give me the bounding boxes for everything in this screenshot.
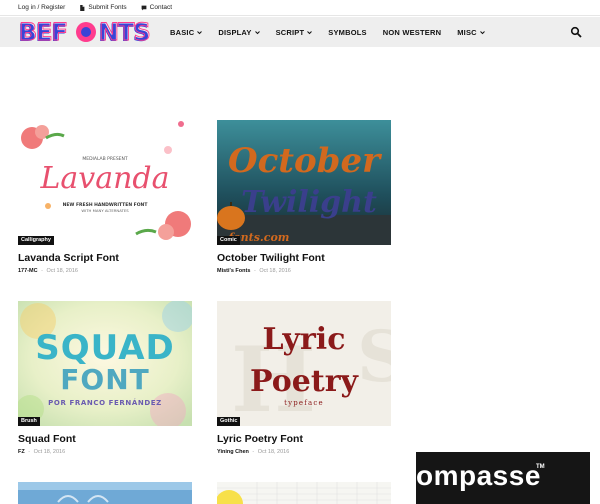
font-meta: FZ - Oct 18, 2016 <box>18 449 65 455</box>
nav-display[interactable]: DISPLAY <box>218 27 260 37</box>
nav-non-western-label: NON WESTERN <box>382 27 442 37</box>
meta-separator: - <box>252 449 255 455</box>
partial-preview-image <box>217 482 391 504</box>
partial-preview-image <box>18 482 192 504</box>
nav-display-label: DISPLAY <box>218 27 252 37</box>
meta-separator: - <box>253 268 256 274</box>
thumb-title-text: Lavanda <box>39 161 169 196</box>
contact-label: Contact <box>149 4 173 11</box>
nav-symbols[interactable]: SYMBOLS <box>328 28 367 37</box>
nav-script[interactable]: SCRIPT <box>276 28 313 37</box>
thumb-title-line1: October <box>228 141 382 181</box>
nav-script-label: SCRIPT <box>275 27 305 37</box>
main-navbar: BEF BEF NTS NTS BASIC DISPLAY SCRIPT SYM… <box>0 17 600 47</box>
author-link[interactable]: 177-MC <box>18 268 38 274</box>
font-thumbnail-partial[interactable] <box>217 482 391 504</box>
ad-trademark: TM <box>536 464 545 470</box>
post-date: Oct 18, 2016 <box>257 449 290 455</box>
lyric-poetry-preview-image: H S Lyric Poetry typeface <box>217 301 391 426</box>
chevron-down-icon <box>479 30 485 34</box>
font-thumbnail-lavanda[interactable]: MEDIALAB PRESENT Lavanda NEW FRESH HANDW… <box>18 120 192 245</box>
nav-symbols-label: SYMBOLS <box>328 27 367 37</box>
author-link[interactable]: FZ <box>18 449 25 455</box>
font-meta: Misti's Fonts - Oct 18, 2016 <box>217 268 291 274</box>
font-thumbnail-october-twilight[interactable]: October Twilight fonts.com Comic <box>217 120 391 245</box>
befonts-logo[interactable]: BEF BEF NTS NTS <box>17 19 153 45</box>
nav-basic-label: BASIC <box>170 27 195 37</box>
font-meta: Yining Chen - Oct 18, 2016 <box>217 449 289 455</box>
nav-misc-label: MISC <box>457 27 477 37</box>
author-link[interactable]: Misti's Fonts <box>217 268 250 274</box>
font-meta: 177-MC - Oct 18, 2016 <box>18 268 78 274</box>
thumb-subtagline-text: WITH MANY ALTERNATES <box>81 208 129 213</box>
post-date: Oct 18, 2016 <box>259 268 291 274</box>
thumb-title-line2: Twilight <box>241 185 377 220</box>
font-title[interactable]: Squad Font <box>18 433 76 445</box>
font-thumbnail-partial[interactable] <box>18 482 192 504</box>
advertisement-banner[interactable]: ompasse TM <box>416 452 590 504</box>
svg-text:BEF: BEF <box>19 19 67 45</box>
login-register-link[interactable]: Log in / Register <box>18 4 65 11</box>
font-title[interactable]: Lyric Poetry Font <box>217 433 303 445</box>
search-icon[interactable] <box>570 26 582 38</box>
chevron-down-icon <box>197 30 203 34</box>
meta-separator: - <box>41 268 43 274</box>
speech-bubble-icon <box>141 5 147 10</box>
october-twilight-preview-image: October Twilight fonts.com <box>217 120 391 245</box>
squad-preview-image: SQUAD FONT POR FRANCO FERNÁNDEZ <box>18 301 192 426</box>
author-link[interactable]: Yining Chen <box>217 449 249 455</box>
category-tag[interactable]: Calligraphy <box>18 235 54 245</box>
thumb-title-line2: FONT <box>60 363 149 396</box>
category-tag[interactable]: Brush <box>18 416 40 426</box>
meta-separator: - <box>28 449 31 455</box>
nav-basic[interactable]: BASIC <box>170 27 203 37</box>
nav-non-western[interactable]: NON WESTERN <box>383 28 441 37</box>
category-tag[interactable]: Comic <box>217 235 240 245</box>
ad-text: ompasse <box>416 460 541 491</box>
thumb-byline: POR FRANCO FERNÁNDEZ <box>48 398 162 407</box>
login-register-label: Log in / Register <box>18 4 66 11</box>
category-tag[interactable]: Gothic <box>217 416 241 426</box>
lavanda-preview-image: MEDIALAB PRESENT Lavanda NEW FRESH HANDW… <box>18 120 192 245</box>
thumb-title-line1: Lyric <box>263 322 346 357</box>
chevron-down-icon <box>254 30 260 34</box>
svg-text:S: S <box>357 315 391 398</box>
post-date: Oct 18, 2016 <box>46 268 78 274</box>
font-thumbnail-squad[interactable]: SQUAD FONT POR FRANCO FERNÁNDEZ Brush <box>18 301 192 426</box>
thumb-subtitle: typeface <box>284 399 324 407</box>
document-icon <box>80 4 85 11</box>
top-bar: Log in / Register Submit Fonts Contact <box>0 0 600 16</box>
font-title[interactable]: Lavanda Script Font <box>18 252 119 264</box>
svg-text:NTS: NTS <box>99 19 150 45</box>
font-thumbnail-lyric-poetry[interactable]: H S Lyric Poetry typeface Gothic <box>217 301 391 426</box>
chevron-down-icon <box>307 30 313 34</box>
thumb-title-line2: Poetry <box>250 364 360 399</box>
contact-link[interactable]: Contact <box>141 4 172 11</box>
font-title[interactable]: October Twilight Font <box>217 252 325 264</box>
post-date: Oct 18, 2016 <box>33 449 66 455</box>
nav-misc[interactable]: MISC <box>457 28 485 37</box>
thumb-title-line1: SQUAD <box>35 328 175 368</box>
submit-fonts-label: Submit Fonts <box>88 4 127 11</box>
submit-fonts-link[interactable]: Submit Fonts <box>79 4 127 11</box>
nav-menu: BASIC DISPLAY SCRIPT SYMBOLS NON WESTERN… <box>170 17 501 47</box>
